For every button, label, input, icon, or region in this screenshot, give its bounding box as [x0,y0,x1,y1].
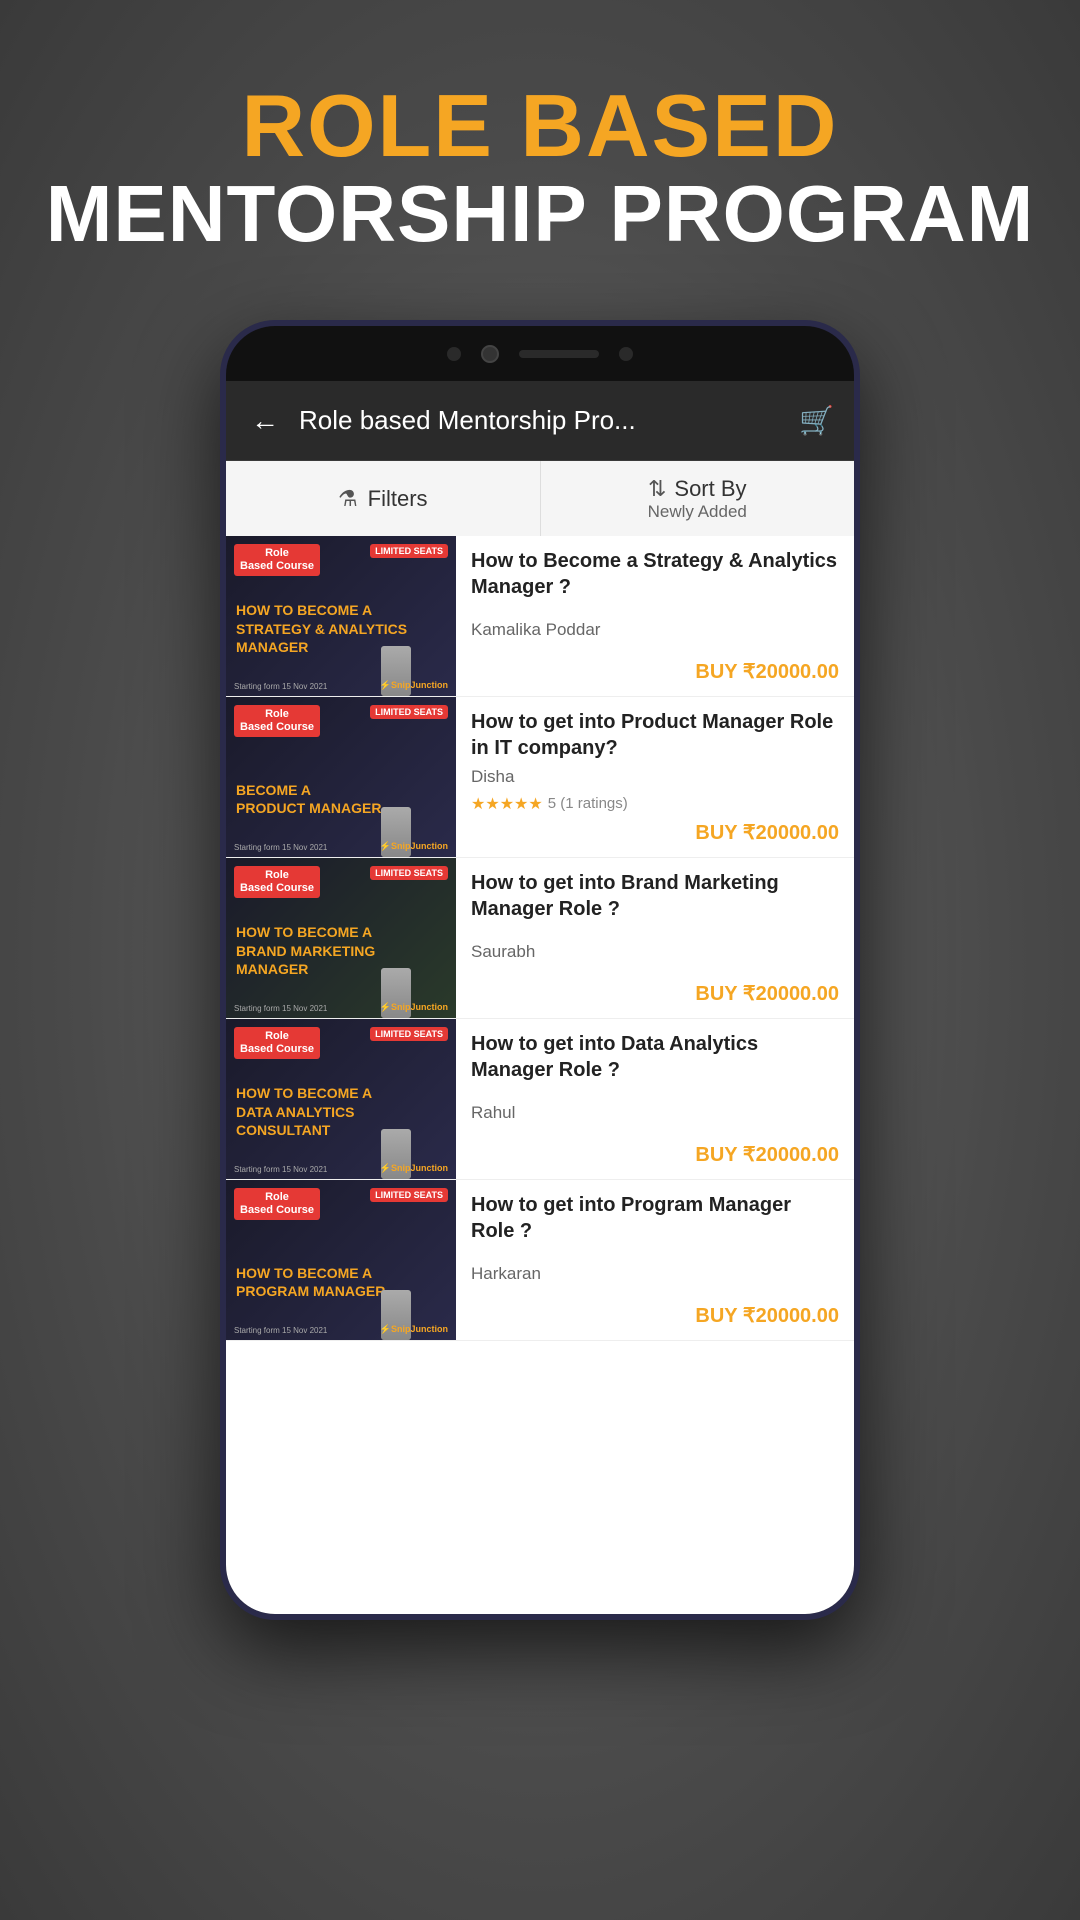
course-rating: ★★★★★ 5 (1 ratings) [471,794,839,814]
thumb-limited-badge: LIMITED SEATS [370,866,448,880]
thumb-badge: RoleBased Course [234,544,320,576]
notch-sensor [447,347,461,361]
thumb-badge: RoleBased Course [234,1188,320,1220]
nav-bar: ← Role based Mentorship Pro... 🛒 [226,381,854,461]
course-info: How to get into Brand Marketing Manager … [456,858,854,1018]
notch-camera [481,345,499,363]
course-thumbnail: RoleBased Course LIMITED SEATS How to Be… [226,1180,456,1340]
notch-speaker [519,350,599,358]
thumb-limited-badge: LIMITED SEATS [370,705,448,719]
filter-icon: ⚗ [338,486,358,512]
course-title: How to get into Product Manager Role in … [471,709,839,761]
phone-container: ← Role based Mentorship Pro... 🛒 ⚗ Filte… [220,320,860,1620]
thumb-limited-badge: LIMITED SEATS [370,544,448,558]
course-title: How to get into Brand Marketing Manager … [471,870,839,922]
sort-icon: ⇅ [648,476,666,502]
course-thumbnail: RoleBased Course LIMITED SEATS How to Be… [226,858,456,1018]
course-author: Harkaran [471,1264,839,1284]
course-author: Rahul [471,1103,839,1123]
course-item[interactable]: RoleBased Course LIMITED SEATS How to Be… [226,1180,854,1341]
notch-sensor2 [619,347,633,361]
course-thumbnail: RoleBased Course LIMITED SEATS Become aP… [226,697,456,857]
thumb-title: How to Become aData AnalyticsConsultant [236,1084,446,1139]
phone-frame: ← Role based Mentorship Pro... 🛒 ⚗ Filte… [220,320,860,1620]
hero-line1: ROLE BASED [0,80,1080,172]
stars: ★★★★★ [471,794,543,814]
course-price: BUY ₹20000.00 [471,820,839,845]
thumb-title: How to Become aBrand MarketingManager [236,923,446,978]
thumb-title: How to Become aProgram Manager [236,1264,446,1300]
app-screen: ← Role based Mentorship Pro... 🛒 ⚗ Filte… [226,381,854,1614]
thumb-badge: RoleBased Course [234,1027,320,1059]
thumb-title: How to Become aStrategy & AnalyticsManag… [236,601,446,656]
course-title: How to get into Program Manager Role ? [471,1192,839,1244]
course-title: How to get into Data Analytics Manager R… [471,1031,839,1083]
thumb-date: Starting form 15 Nov 2021 [234,1165,327,1174]
cart-icon[interactable]: 🛒 [799,404,834,437]
course-info: How to get into Product Manager Role in … [456,697,854,857]
course-price: BUY ₹20000.00 [471,981,839,1006]
thumb-logo: ⚡SnipJunction [380,1002,448,1013]
phone-notch [226,326,854,381]
course-info: How to get into Data Analytics Manager R… [456,1019,854,1179]
thumb-limited-badge: LIMITED SEATS [370,1188,448,1202]
course-item[interactable]: RoleBased Course LIMITED SEATS Become aP… [226,697,854,858]
thumb-logo: ⚡SnipJunction [380,841,448,852]
filter-label: Filters [368,486,428,512]
thumb-logo: ⚡SnipJunction [380,680,448,691]
back-button[interactable]: ← [246,400,284,442]
rating-count: 5 (1 ratings) [548,795,628,812]
thumb-date: Starting form 15 Nov 2021 [234,843,327,852]
hero-line2: MENTORSHIP PROGRAM [0,172,1080,256]
course-price: BUY ₹20000.00 [471,659,839,684]
course-item[interactable]: RoleBased Course LIMITED SEATS How to Be… [226,858,854,1019]
course-price: BUY ₹20000.00 [471,1142,839,1167]
sort-label: Sort By [674,476,746,502]
thumb-limited-badge: LIMITED SEATS [370,1027,448,1041]
course-author: Disha [471,767,839,787]
thumb-badge: RoleBased Course [234,705,320,737]
course-item[interactable]: RoleBased Course LIMITED SEATS How to Be… [226,536,854,697]
filter-button[interactable]: ⚗ Filters [226,461,541,536]
thumb-logo: ⚡SnipJunction [380,1163,448,1174]
thumb-title: Become aProduct Manager [236,781,446,817]
thumb-date: Starting form 15 Nov 2021 [234,682,327,691]
thumb-badge: RoleBased Course [234,866,320,898]
nav-title: Role based Mentorship Pro... [299,405,784,436]
course-price: BUY ₹20000.00 [471,1303,839,1328]
sort-sub-label: Newly Added [648,502,747,522]
thumb-date: Starting form 15 Nov 2021 [234,1004,327,1013]
course-author: Saurabh [471,942,839,962]
thumb-date: Starting form 15 Nov 2021 [234,1326,327,1335]
sort-button[interactable]: ⇅ Sort By Newly Added [541,461,855,536]
course-thumbnail: RoleBased Course LIMITED SEATS How to Be… [226,536,456,696]
hero-section: ROLE BASED MENTORSHIP PROGRAM [0,80,1080,256]
course-list: RoleBased Course LIMITED SEATS How to Be… [226,536,854,1614]
thumb-logo: ⚡SnipJunction [380,1324,448,1335]
course-info: How to get into Program Manager Role ? H… [456,1180,854,1340]
filter-sort-bar: ⚗ Filters ⇅ Sort By Newly Added [226,461,854,536]
course-title: How to Become a Strategy & Analytics Man… [471,548,839,600]
course-thumbnail: RoleBased Course LIMITED SEATS How to Be… [226,1019,456,1179]
course-info: How to Become a Strategy & Analytics Man… [456,536,854,696]
course-item[interactable]: RoleBased Course LIMITED SEATS How to Be… [226,1019,854,1180]
course-author: Kamalika Poddar [471,620,839,640]
